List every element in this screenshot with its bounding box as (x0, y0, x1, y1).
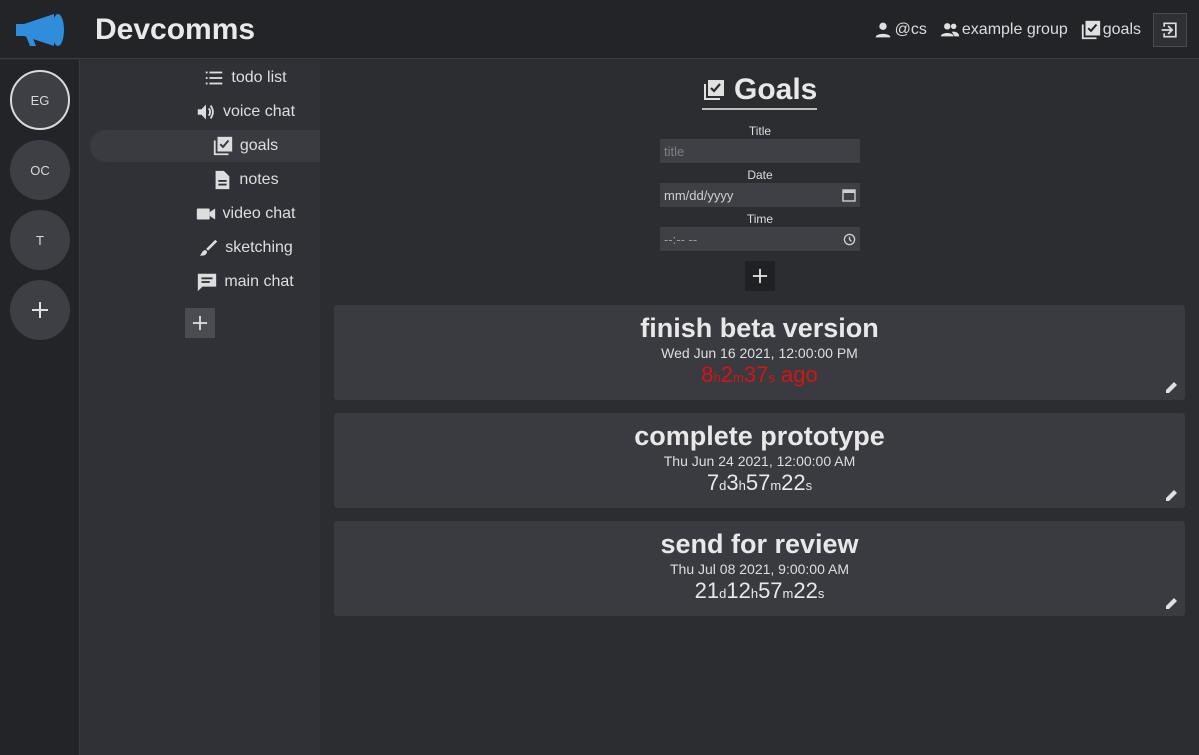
countdown-number: 21 (694, 578, 720, 603)
megaphone-logo-icon[interactable] (14, 12, 66, 48)
app-title: Devcomms (95, 13, 256, 46)
calendar-icon[interactable] (842, 188, 856, 202)
countdown-unit: s (817, 586, 825, 601)
goal-title: complete prototype (634, 421, 885, 451)
goals-label: goals (1102, 21, 1141, 38)
logout-button[interactable] (1153, 13, 1187, 47)
goals-icon (1081, 20, 1100, 40)
time-label: Time (746, 212, 774, 226)
goals-panel: Goals Title Date mm/dd/yyyy Time --:-- -… (320, 60, 1199, 755)
countdown-number: 3 (726, 470, 739, 495)
title-field-wrapper (660, 139, 860, 163)
page-title-text: Goals (734, 73, 818, 106)
brush-icon (199, 239, 218, 256)
goals-link[interactable]: goals (1080, 19, 1141, 41)
goal-date: Thu Jul 08 2021, 9:00:00 AM (669, 561, 849, 577)
goal-card: complete prototype Thu Jun 24 2021, 12:0… (334, 413, 1185, 508)
list-icon (206, 71, 223, 85)
countdown-unit: s (805, 478, 813, 493)
clock-icon[interactable] (843, 233, 856, 246)
user-link[interactable]: @cs (872, 19, 927, 41)
title-input[interactable] (664, 143, 856, 159)
channel-label: goals (239, 137, 279, 154)
goal-countdown: 8h2m37s ago (334, 362, 1185, 388)
countdown-number: 12 (726, 578, 751, 603)
add-server-button[interactable] (10, 280, 70, 340)
time-input[interactable]: --:-- -- (660, 227, 860, 251)
goal-countdown: 21d12h57m22s (334, 578, 1185, 604)
goal-date: Wed Jun 16 2021, 12:00:00 PM (661, 345, 858, 361)
title-label: Title (748, 124, 772, 138)
countdown-number: 57 (745, 470, 771, 495)
goal-card: finish beta version Wed Jun 16 2021, 12:… (334, 305, 1185, 400)
edit-icon[interactable] (1165, 488, 1179, 502)
server-eg[interactable]: EG (10, 70, 70, 130)
countdown-unit: m (770, 478, 782, 493)
channel-label: voice chat (222, 103, 296, 120)
countdown-number: 37 (743, 362, 769, 387)
goals-icon (704, 80, 724, 100)
countdown-number: 22 (781, 470, 806, 495)
user-label: @cs (894, 21, 927, 38)
channel-label: sketching (225, 239, 293, 256)
channel-label: main chat (224, 273, 294, 290)
goal-title: send for review (660, 529, 859, 559)
add-channel-button[interactable] (185, 308, 215, 338)
countdown-unit: m (782, 586, 794, 601)
group-label: example group (961, 21, 1068, 38)
goal-date: Thu Jun 24 2021, 12:00:00 AM (663, 453, 856, 469)
countdown-number: 57 (758, 578, 783, 603)
goal-card: send for review Thu Jul 08 2021, 9:00:00… (334, 521, 1185, 616)
goals-icon (213, 136, 233, 156)
countdown-unit: h (750, 586, 759, 601)
channel-sidebar: todo list voice chat goals notes video c… (80, 60, 400, 755)
countdown-number: 7 (706, 470, 720, 495)
date-value: mm/dd/yyyy (664, 187, 734, 203)
countdown-number: 2 (720, 362, 734, 387)
channel-label: todo list (231, 69, 287, 86)
document-icon (216, 170, 230, 190)
group-icon (940, 23, 960, 37)
goal-countdown: 7d3h57m22s (334, 470, 1185, 496)
goal-title: finish beta version (640, 313, 879, 343)
plus-icon (192, 315, 208, 331)
top-nav: @cs example group goals (872, 19, 1141, 41)
group-link[interactable]: example group (939, 19, 1068, 41)
speaker-icon (197, 104, 214, 120)
video-icon (196, 208, 215, 220)
top-bar: Devcomms @cs example group goals (0, 0, 1199, 59)
channel-label: notes (239, 171, 279, 188)
date-input[interactable]: mm/dd/yyyy (660, 183, 860, 207)
edit-icon[interactable] (1165, 596, 1179, 610)
edit-icon[interactable] (1165, 380, 1179, 394)
countdown-unit: h (738, 478, 746, 493)
countdown-suffix: ago (774, 362, 818, 387)
plus-icon (752, 268, 768, 284)
user-icon (875, 22, 890, 38)
server-sidebar: EG OC T (0, 60, 80, 755)
time-value: --:-- -- (664, 231, 698, 247)
plus-icon (32, 302, 48, 318)
logout-icon (1161, 22, 1177, 38)
countdown-number: 22 (793, 578, 818, 603)
countdown-number: 8 (701, 362, 714, 387)
server-oc[interactable]: OC (10, 140, 70, 200)
server-t[interactable]: T (10, 210, 70, 270)
add-goal-button[interactable] (745, 261, 775, 291)
countdown-unit: m (733, 370, 744, 385)
date-label: Date (747, 168, 773, 182)
countdown-unit: h (713, 370, 721, 385)
page-title: Goals (702, 73, 818, 110)
channel-label: video chat (222, 205, 296, 222)
chat-icon (198, 273, 217, 292)
